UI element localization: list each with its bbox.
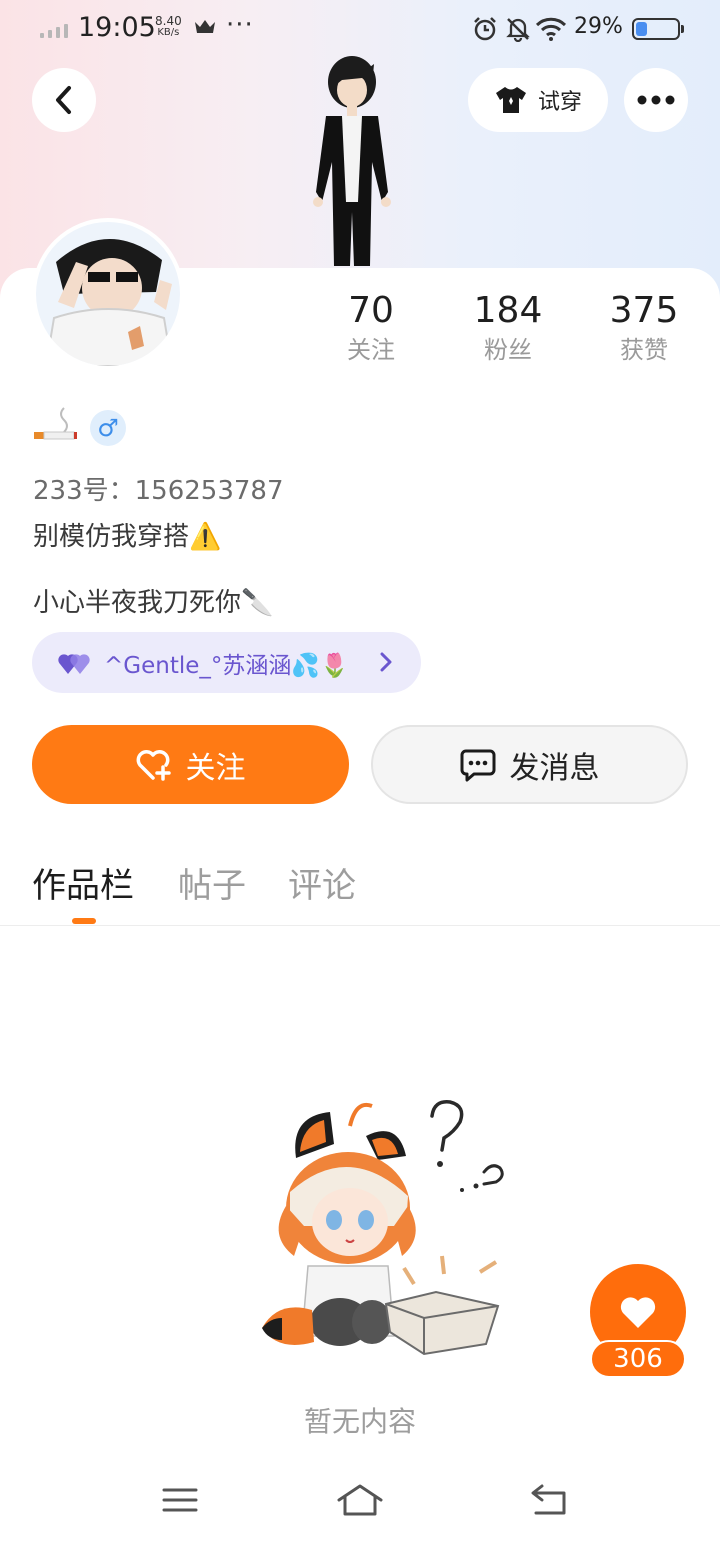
- mute-icon: [506, 18, 530, 42]
- avatar[interactable]: [32, 218, 184, 370]
- back-nav-icon[interactable]: [530, 1482, 568, 1518]
- stat-fans[interactable]: 184 粉丝: [448, 290, 568, 368]
- chevron-right-icon: [380, 652, 392, 672]
- stat-likes-value: 375: [609, 290, 679, 331]
- like-count: 306: [590, 1340, 686, 1378]
- heart-icon: [620, 1297, 656, 1328]
- double-heart-icon: [58, 653, 90, 674]
- crown-icon: [195, 20, 215, 33]
- tab-divider: [0, 925, 720, 926]
- alarm-icon: [474, 17, 496, 41]
- status-bar: 19:05 8.40 KB/s ··· 29%: [0, 0, 720, 58]
- try-on-button[interactable]: 试穿: [468, 68, 608, 132]
- system-nav-bar: [0, 1460, 720, 1544]
- more-notifications-icon: ···: [226, 10, 254, 40]
- status-time: 19:05: [78, 12, 156, 43]
- stat-likes-label: 获赞: [620, 336, 668, 364]
- empty-state-illustration: [262, 1100, 504, 1356]
- send-message-label: 发消息: [509, 750, 600, 786]
- tab-posts[interactable]: 帖子: [178, 858, 246, 907]
- wifi-icon: [535, 17, 567, 41]
- gender-male-icon: ♂: [90, 410, 126, 446]
- chat-bubble-icon: [460, 749, 495, 781]
- bio-line-1: 别模仿我穿搭⚠️: [33, 522, 222, 552]
- net-speed-value: 8.40: [155, 14, 182, 28]
- net-speed: 8.40 KB/s: [155, 15, 182, 39]
- home-icon[interactable]: [336, 1482, 384, 1518]
- stat-fans-label: 粉丝: [484, 336, 532, 364]
- try-on-label: 试穿: [537, 90, 582, 115]
- more-options-button[interactable]: [624, 68, 688, 132]
- chevron-left-icon: [56, 86, 71, 114]
- bio-line-2: 小心半夜我刀死你🔪: [33, 588, 274, 618]
- stat-fans-value: 184: [473, 290, 543, 331]
- more-dots-icon: [637, 95, 675, 105]
- battery-icon: [632, 18, 684, 40]
- stat-following-label: 关注: [347, 336, 395, 364]
- avatar-figure-image: [313, 56, 391, 266]
- stat-following[interactable]: 70 关注: [311, 290, 431, 368]
- signal-icon: [40, 24, 70, 38]
- cigarette-icon: [34, 407, 77, 440]
- send-message-button[interactable]: 发消息: [371, 725, 688, 804]
- stat-following-value: 70: [348, 290, 394, 331]
- tab-active-indicator: [72, 918, 96, 924]
- net-speed-unit: KB/s: [157, 27, 180, 38]
- tab-comments[interactable]: 评论: [288, 858, 356, 907]
- menu-icon[interactable]: [162, 1482, 198, 1518]
- avatar-image: [36, 222, 180, 366]
- bond-partner-name: ^Gentle_°苏涵涵💦🌷: [104, 652, 349, 679]
- tab-works[interactable]: 作品栏: [32, 858, 134, 907]
- user-id[interactable]: 233号：156253787: [33, 470, 284, 507]
- heart-plus-icon: [136, 749, 171, 781]
- back-button[interactable]: [32, 68, 96, 132]
- battery-percent: 29%: [574, 14, 623, 39]
- follow-button[interactable]: 关注: [32, 725, 349, 804]
- tshirt-icon: [495, 87, 526, 113]
- stat-likes[interactable]: 375 获赞: [584, 290, 704, 368]
- empty-state-text: 暂无内容: [303, 1405, 416, 1438]
- follow-label: 关注: [185, 750, 246, 786]
- bond-partner-pill[interactable]: ^Gentle_°苏涵涵💦🌷: [32, 632, 421, 693]
